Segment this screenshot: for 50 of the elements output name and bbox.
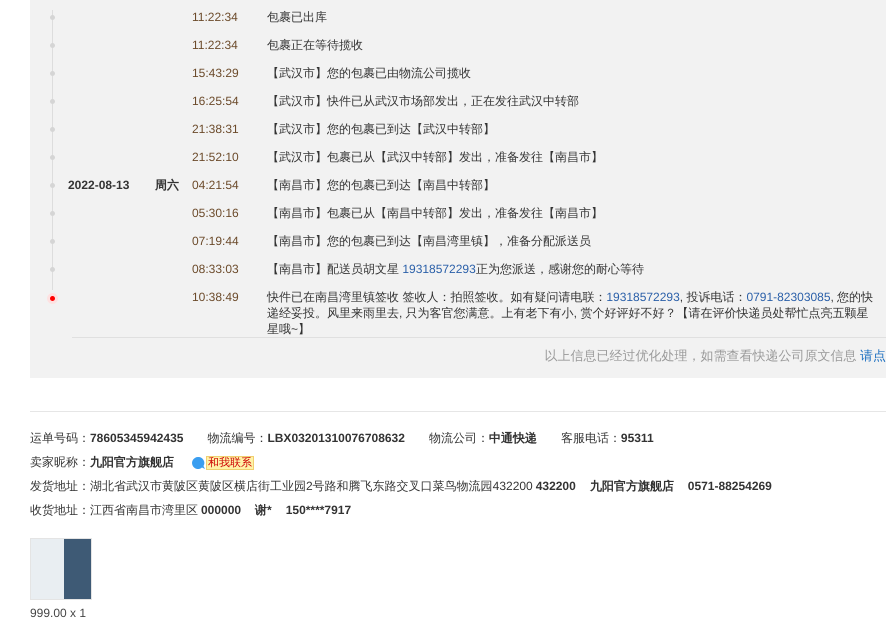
event-message: 包裹正在等待揽收 xyxy=(267,37,363,53)
address-text: 湖北省武汉市黄陂区黄陂区横店街工业园2号路和腾飞东路交叉口菜鸟物流园432200 xyxy=(90,478,533,495)
event-time: 07:19:44 xyxy=(192,234,240,248)
event-message: 【南昌市】配送员胡文星 19318572293正为您派送，感谢您的耐心等待 xyxy=(267,261,644,277)
chat-bubble-icon[interactable] xyxy=(190,456,206,470)
address-detail: 432200 xyxy=(536,478,576,495)
event-message: 【南昌市】您的包裹已到达【南昌湾里镇】，准备分配派送员 xyxy=(267,233,591,249)
event-message: 【南昌市】您的包裹已到达【南昌中转部】 xyxy=(267,177,495,193)
field-label: 卖家昵称： xyxy=(30,454,90,471)
field-value: 中通快递 xyxy=(488,430,537,447)
event-message: 【武汉市】您的包裹已到达【武汉中转部】 xyxy=(267,121,495,137)
address-detail: 000000 xyxy=(201,502,242,519)
product-price: 999.00 x 1 xyxy=(30,606,88,620)
field-label: 客服电话： xyxy=(560,430,621,447)
event-time: 11:22:34 xyxy=(192,38,239,52)
event-time: 21:38:31 xyxy=(192,122,240,136)
address-detail: 0571-88254269 xyxy=(688,478,772,495)
event-message: 包裹已出库 xyxy=(267,9,327,25)
field-value: 78605345942435 xyxy=(90,430,184,447)
event-time: 10:38:49 xyxy=(192,290,240,304)
event-message: 快件已在南昌湾里镇签收 签收人：拍照签收。如有疑问请电联：19318572293, 投诉电话：0791-82303085, 您的快递经妥投。风里来雨里去, 只为客官您满意。上有老下有小, 赏个好评好不好？【请在评价快递员处帮忙点亮五颗星星哦~】 xyxy=(267,289,874,337)
address-detail: 150****7917 xyxy=(286,502,352,519)
field-value: LBX03201310076708632 xyxy=(267,430,405,447)
event-time: 11:22:34 xyxy=(192,10,239,24)
contact-seller-button[interactable]: 和我联系 xyxy=(206,456,254,470)
product-photo-placeholder[interactable] xyxy=(30,538,92,600)
field-label: 收货地址： xyxy=(30,502,90,519)
event-message: 【南昌市】包裹已从【南昌中转部】发出，准备发往【南昌市】 xyxy=(267,205,603,221)
field-label: 运单号码： xyxy=(30,430,90,447)
field-label: 发货地址： xyxy=(30,478,90,495)
event-time: 05:30:16 xyxy=(192,206,240,220)
optimization-note: 以上信息已经过优化处理，如需查看快递公司原文信息 xyxy=(544,348,856,363)
field-label: 物流编号： xyxy=(207,430,268,447)
event-time: 08:33:03 xyxy=(192,262,240,276)
event-message: 【武汉市】快件已从武汉市场部发出，正在发往武汉中转部 xyxy=(267,93,579,109)
address-text: 江西省南昌市湾里区 xyxy=(90,502,198,519)
field-value: 九阳官方旗舰店 xyxy=(90,454,174,471)
event-time: 16:25:54 xyxy=(192,94,240,108)
event-date: 2022-08-13 xyxy=(68,178,130,192)
event-weekday: 周六 xyxy=(155,178,180,192)
event-time: 21:52:10 xyxy=(192,150,240,164)
original-info-link[interactable]: 请点 xyxy=(860,348,886,363)
address-detail: 九阳官方旗舰店 xyxy=(590,478,674,495)
field-label: 物流公司： xyxy=(428,430,489,447)
field-value: 95311 xyxy=(620,430,654,447)
address-detail: 谢* xyxy=(255,502,272,519)
event-time: 15:43:29 xyxy=(192,66,240,80)
event-message: 【武汉市】您的包裹已由物流公司揽收 xyxy=(267,65,471,81)
event-message: 【武汉市】包裹已从【武汉中转部】发出，准备发往【南昌市】 xyxy=(267,149,603,165)
event-time: 04:21:54 xyxy=(192,178,240,192)
